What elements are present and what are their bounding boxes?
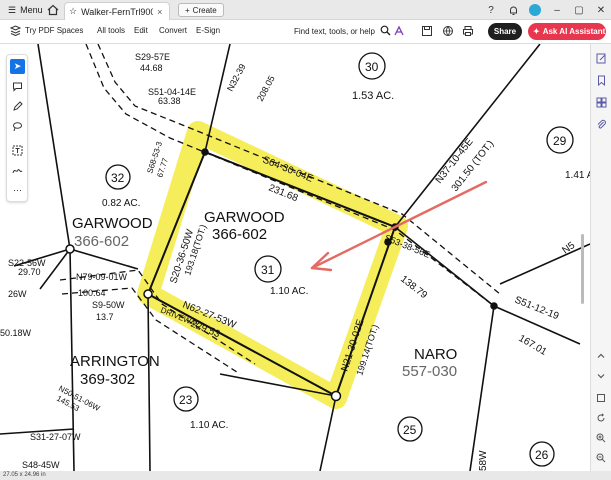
close-window-icon[interactable]: ✕	[595, 4, 607, 16]
owner-name: GARWOOD	[204, 209, 285, 226]
draw-lasso-icon[interactable]	[10, 119, 25, 134]
quick-tools-rail: ➤ ⋯	[6, 54, 28, 202]
owner-deed-ref: 369-302	[80, 371, 135, 388]
owner-name: NARO	[414, 346, 457, 363]
lot-number: 30	[365, 60, 379, 74]
comment-icon[interactable]	[10, 79, 25, 94]
all-tools-menu[interactable]: All tools	[97, 26, 125, 35]
maximize-icon[interactable]: ▢	[573, 4, 585, 16]
lot-number: 31	[261, 263, 275, 277]
signature-icon[interactable]	[10, 163, 25, 178]
status-bar: 27.05 x 24.96 in	[0, 471, 611, 480]
home-icon[interactable]	[46, 3, 60, 17]
close-tab-icon[interactable]: ×	[157, 7, 162, 17]
distance-label: 167.01	[517, 333, 549, 358]
distance-label: 100.64	[78, 288, 106, 298]
vertical-scrollbar[interactable]	[581, 234, 584, 304]
hamburger-icon: ☰	[8, 4, 17, 15]
star-icon[interactable]: ☆	[69, 6, 77, 17]
ai-assistant-button[interactable]: ✦ Ask AI Assistant	[528, 23, 606, 40]
owner-name: GARWOOD	[72, 215, 153, 232]
bearing-label: N5	[560, 240, 577, 257]
distance-label: 208.05	[255, 74, 277, 103]
lot-number: 29	[553, 134, 567, 148]
attachments-icon[interactable]	[595, 118, 607, 130]
bearing-label: S9-50W	[92, 300, 125, 310]
text-box-icon[interactable]	[10, 143, 25, 158]
distance-label: 63.38	[158, 96, 181, 106]
distance-label: 44.68	[140, 63, 163, 73]
highlight-pen-icon[interactable]	[10, 99, 25, 114]
distance-label: 138.79	[398, 274, 429, 302]
edit-pdf-icon[interactable]	[595, 52, 607, 64]
bell-icon[interactable]	[507, 4, 519, 16]
owner-deed-ref: 366-602	[74, 233, 129, 250]
window-controls: ? – ▢ ✕	[485, 2, 607, 18]
bearing-label: N32-39	[225, 62, 248, 93]
page-size-label: 27.05 x 24.96 in	[3, 472, 46, 478]
tab-title: Walker-FernTrl900Lt31-...	[81, 6, 154, 17]
pdf-spaces-icon[interactable]	[9, 25, 22, 38]
minimize-icon[interactable]: –	[551, 4, 563, 16]
rotate-icon[interactable]	[595, 412, 607, 424]
zoom-out-icon[interactable]	[595, 452, 607, 464]
lot-number: 25	[403, 423, 417, 437]
bearing-label: 26W	[8, 289, 27, 299]
search-icon[interactable]	[380, 25, 391, 38]
bookmark-icon[interactable]	[595, 74, 607, 86]
create-button[interactable]: + Create	[178, 3, 224, 17]
distance-label: 13.7	[96, 312, 114, 322]
lot-area: 1.53 AC.	[352, 90, 394, 102]
convert-menu[interactable]: Convert	[159, 26, 187, 35]
lot-number: 26	[535, 448, 549, 462]
lot-area: 1.10 AC.	[190, 420, 228, 431]
page-down-icon[interactable]	[595, 370, 607, 382]
bearing-label: S29-57E	[135, 52, 170, 62]
select-cursor-icon[interactable]: ➤	[10, 59, 25, 74]
owner-deed-ref: 557-030	[402, 363, 457, 380]
esign-menu[interactable]: E-Sign	[196, 26, 220, 35]
search-box[interactable]: Find text, tools, or help	[294, 25, 391, 38]
document-tab[interactable]: ☆ Walker-FernTrl900Lt31-... ×	[64, 2, 170, 20]
bearing-label: N79-09-01W	[76, 272, 128, 282]
lot-number: 32	[111, 171, 125, 185]
menu-button[interactable]: ☰ Menu	[4, 3, 47, 17]
zoom-in-icon[interactable]	[595, 432, 607, 444]
help-icon[interactable]: ?	[485, 4, 497, 16]
avatar[interactable]	[529, 4, 541, 16]
lot-number: 23	[179, 393, 193, 407]
lot-area: 1.41 AC	[565, 170, 590, 181]
ai-tools-icon[interactable]	[393, 25, 405, 39]
main-toolbar: Try PDF Spaces All tools Edit Convert E-…	[0, 20, 611, 44]
ai-sparkle-icon: ✦	[533, 27, 540, 36]
owner-name: ARRINGTON	[70, 353, 160, 370]
print-icon[interactable]	[462, 25, 474, 39]
owner-deed-ref: 366-602	[212, 226, 267, 243]
thumbnails-icon[interactable]	[595, 96, 607, 108]
save-icon[interactable]	[421, 25, 433, 39]
bearing-label: 58W	[478, 450, 489, 471]
document-canvas[interactable]: 30 1.53 AC. 29 1.41 AC 32 0.82 AC. 31 1.…	[0, 44, 590, 471]
try-pdf-spaces-button[interactable]: Try PDF Spaces	[25, 26, 83, 35]
more-options-icon[interactable]: ⋯	[10, 183, 25, 198]
bearing-label: 50.18W	[0, 328, 32, 338]
edit-menu[interactable]: Edit	[134, 26, 148, 35]
lot-area: 0.82 AC.	[102, 198, 140, 209]
right-panel-rail	[590, 44, 611, 471]
plus-icon: +	[185, 5, 190, 15]
bearing-label: S31-27-07W	[30, 432, 81, 442]
lot-area: 1.10 AC.	[270, 286, 308, 297]
distance-label: 29.70	[18, 267, 41, 277]
page-up-icon[interactable]	[595, 350, 607, 362]
title-bar: ☰ Menu ☆ Walker-FernTrl900Lt31-... × + C…	[0, 0, 611, 20]
share-button[interactable]: Share	[488, 23, 522, 40]
fit-page-icon[interactable]	[595, 392, 607, 404]
plat-map: 30 1.53 AC. 29 1.41 AC 32 0.82 AC. 31 1.…	[0, 44, 590, 471]
share-link-icon[interactable]	[442, 25, 454, 39]
bearing-label: S48-45W	[22, 460, 60, 470]
search-label[interactable]: Find text, tools, or help	[294, 27, 375, 36]
